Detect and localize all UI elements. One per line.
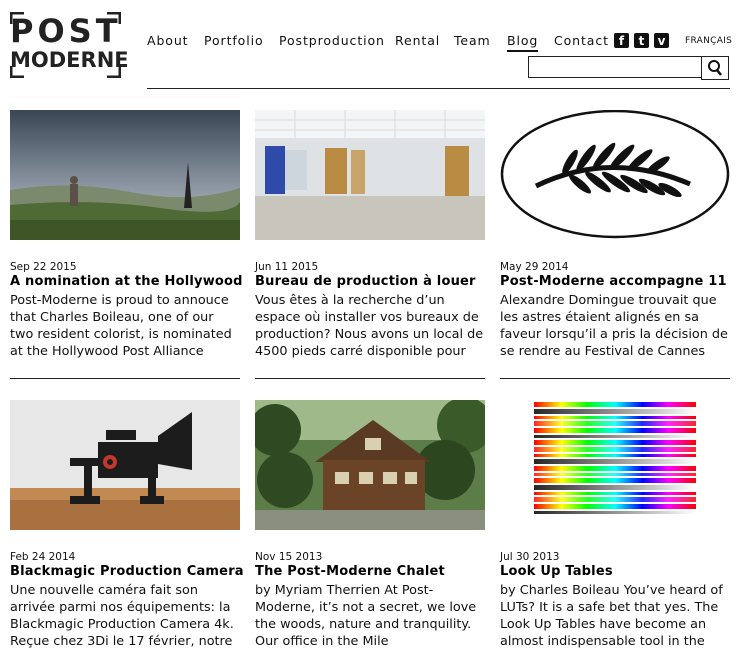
post-divider	[10, 378, 240, 379]
post-thumbnail[interactable]	[10, 110, 240, 240]
search-button[interactable]	[701, 56, 729, 80]
post-date: May 29 2014	[500, 261, 569, 273]
lut-chart-image	[500, 400, 730, 530]
post-excerpt: Alexandre Domingue trouvait que les astr…	[500, 293, 728, 359]
post-thumbnail[interactable]	[255, 110, 485, 240]
post-thumbnail[interactable]	[500, 400, 730, 530]
site-logo[interactable]: POST MODERNE	[10, 12, 129, 78]
facebook-icon[interactable]: f	[614, 33, 629, 48]
chalet-photo	[255, 400, 485, 530]
post-excerpt: Vous êtes à la recherche d’un espace où …	[255, 293, 484, 359]
post-excerpt: by Myriam Therrien At Post-Moderne, it’s…	[255, 583, 477, 649]
language-switch-link[interactable]: FRANÇAIS	[685, 36, 732, 46]
post-thumbnail[interactable]	[500, 110, 730, 240]
post-title[interactable]: Bureau de production à louer	[255, 274, 476, 289]
landscape-photo	[10, 110, 240, 240]
nav-team[interactable]: Team	[454, 33, 491, 49]
post-date: Jun 11 2015	[255, 261, 319, 273]
post-date: Feb 24 2014	[10, 551, 76, 563]
logo-line-2: MODERNE	[10, 48, 129, 72]
post-title[interactable]: A nomination at the Hollywood	[10, 274, 243, 289]
post-title[interactable]: Blackmagic Production Camera	[10, 564, 244, 579]
post-date: Sep 22 2015	[10, 261, 77, 273]
header-divider	[147, 88, 730, 89]
palm-logo	[500, 110, 730, 240]
post-divider	[255, 378, 485, 379]
post-date: Nov 15 2013	[255, 551, 323, 563]
nav-postproduction[interactable]: Postproduction	[279, 33, 385, 49]
post-title[interactable]: Look Up Tables	[500, 564, 613, 579]
post-date: Jul 30 2013	[500, 551, 560, 563]
camera-rig-photo	[10, 400, 240, 530]
nav-contact[interactable]: Contact	[554, 33, 609, 49]
nav-portfolio[interactable]: Portfolio	[204, 33, 264, 49]
post-divider	[500, 378, 730, 379]
post-excerpt: Post-Moderne is proud to annouce that Ch…	[10, 293, 232, 359]
post-excerpt: by Charles Boileau You’ve heard of LUTs?…	[500, 583, 723, 649]
post-title[interactable]: Post-Moderne accompagne 11	[500, 274, 727, 289]
nav-blog[interactable]: Blog	[507, 33, 539, 52]
post-thumbnail[interactable]	[255, 400, 485, 530]
twitter-icon[interactable]: t	[634, 33, 649, 48]
nav-about[interactable]: About	[147, 33, 188, 49]
nav-rental[interactable]: Rental	[395, 33, 440, 49]
logo-line-1: POST	[10, 12, 122, 50]
post-title[interactable]: The Post-Moderne Chalet	[255, 564, 445, 579]
vimeo-icon[interactable]: v	[654, 33, 669, 48]
empty-office-photo	[255, 110, 485, 240]
post-excerpt: Une nouvelle caméra fait son arrivée par…	[10, 583, 234, 649]
post-thumbnail[interactable]	[10, 400, 240, 530]
search-input[interactable]	[528, 56, 702, 78]
search-icon	[708, 60, 722, 76]
